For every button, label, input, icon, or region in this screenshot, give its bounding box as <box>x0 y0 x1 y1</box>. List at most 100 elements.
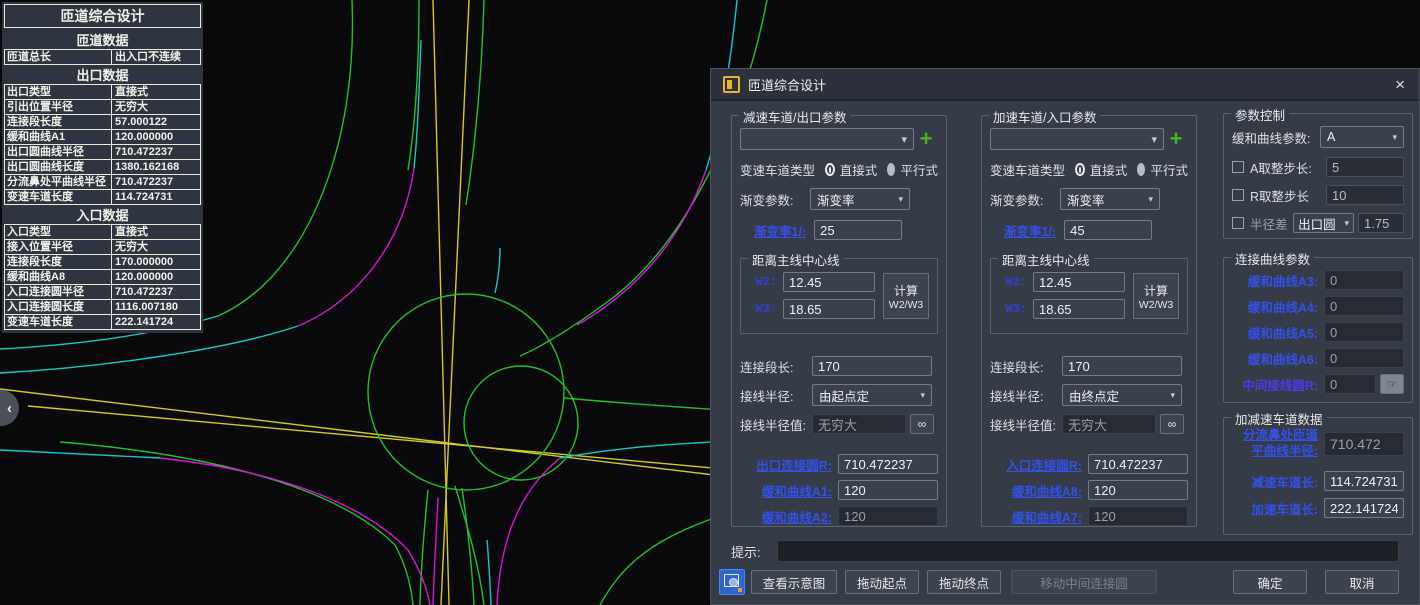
radius-mode-select[interactable]: 由起点定 ▾ <box>812 384 932 406</box>
dialog-title: 匝道综合设计 <box>748 75 826 94</box>
decel-group: 减速车道/出口参数 ▾ + 变速车道类型 直接式 平行式 渐变参数: 渐变率 ▾ <box>731 115 947 527</box>
table-row: 缓和曲线A1 120.000000 <box>4 129 201 145</box>
preview-window-icon-button[interactable] <box>719 569 745 595</box>
radius-diff-checkbox[interactable] <box>1232 217 1244 229</box>
middle-circle-link[interactable]: 中间接线圆R: <box>1232 375 1318 394</box>
infinity-button[interactable]: ∞ <box>910 414 934 434</box>
radius-mode-label: 接线半径: <box>740 386 812 405</box>
spiral-a4-link[interactable]: 缓和曲线A4: <box>1232 297 1318 316</box>
close-icon[interactable]: × <box>1395 76 1405 93</box>
accel-length-input[interactable] <box>1324 498 1404 518</box>
spiral-a2-link[interactable]: 缓和曲线A2: <box>740 507 832 526</box>
taper-rate-link[interactable]: 渐变率1/: <box>754 221 806 240</box>
cancel-button[interactable]: 取消 <box>1325 570 1399 594</box>
spiral-a1-input[interactable] <box>838 480 938 500</box>
exit-circle-input[interactable] <box>838 454 938 474</box>
radio-direct[interactable] <box>1075 163 1085 176</box>
table-row: 出口圆曲线长度 1380.162168 <box>4 159 201 175</box>
table-row: 出口圆曲线半径 710.472237 <box>4 144 201 160</box>
table-row: 接入位置半径 无穷大 <box>4 239 201 255</box>
calc-w2w3-button[interactable]: 计算 W2/W3 <box>1133 273 1179 319</box>
calc-w2w3-button[interactable]: 计算 W2/W3 <box>883 273 929 319</box>
result-overlay-table: 匝道综合设计 匝道数据 匝道总长 出入口不连续 出口数据 出口类型 直接式 引出… <box>2 2 203 333</box>
taper-param-select[interactable]: 渐变率 ▾ <box>810 188 910 210</box>
radio-direct-label[interactable]: 直接式 <box>1090 160 1128 179</box>
table-row: 缓和曲线A8 120.000000 <box>4 269 201 285</box>
exit-circle-link[interactable]: 出口连接圆R: <box>740 455 832 474</box>
radio-direct-label[interactable]: 直接式 <box>840 160 878 179</box>
drag-end-button[interactable]: 拖动终点 <box>927 570 1001 594</box>
entry-circle-input[interactable] <box>1088 454 1188 474</box>
entry-circle-link[interactable]: 入口连接圆R: <box>990 455 1082 474</box>
segment-length-input[interactable] <box>1062 356 1182 376</box>
spiral-a2-input <box>838 506 938 526</box>
radius-mode-label: 接线半径: <box>990 386 1062 405</box>
chevron-down-icon: ▾ <box>1151 133 1157 146</box>
radio-parallel-label[interactable]: 平行式 <box>1150 160 1188 179</box>
radio-parallel[interactable] <box>1137 163 1145 176</box>
accel-length-label: 加速车道长: <box>1232 499 1318 518</box>
accel-group: 加速车道/入口参数 ▾ + 变速车道类型 直接式 平行式 渐变参数: 渐变率 ▾ <box>981 115 1197 527</box>
section-header: 匝道数据 <box>2 30 203 50</box>
radio-parallel[interactable] <box>887 163 895 176</box>
spiral-a5-link[interactable]: 缓和曲线A5: <box>1232 323 1318 342</box>
w3-input[interactable] <box>1033 299 1125 319</box>
taper-param-label: 渐变参数: <box>740 190 810 209</box>
accel-distance-group: 距离主线中心线 W2: W3: 计算 W2/W3 <box>990 258 1188 334</box>
table-row: 入口类型 直接式 <box>4 224 201 240</box>
table-row: 变速车道长度 114.724731 <box>4 189 201 205</box>
spiral-param-select[interactable]: A ▾ <box>1320 126 1404 148</box>
radius-diff-label: 半径差 <box>1250 214 1293 233</box>
infinity-button[interactable]: ∞ <box>1160 414 1184 434</box>
radio-direct[interactable] <box>825 163 835 176</box>
view-schematic-button[interactable]: 查看示意图 <box>751 570 837 594</box>
table-row: 匝道总长 出入口不连续 <box>4 49 201 65</box>
table-row: 入口连接圆半径 710.472237 <box>4 284 201 300</box>
spiral-a1-link[interactable]: 缓和曲线A1: <box>740 481 832 500</box>
pick-point-button[interactable]: ☞ <box>1380 374 1404 394</box>
spiral-a7-input <box>1088 506 1188 526</box>
distance-group-title: 距离主线中心线 <box>748 250 844 269</box>
accel-lane-combobox[interactable]: ▾ <box>990 128 1164 150</box>
spiral-param-label: 缓和曲线参数: <box>1232 128 1320 147</box>
move-middle-circle-button: 移动中间连接圆 <box>1011 570 1157 594</box>
dialog-titlebar[interactable]: 匝道综合设计 × <box>711 69 1419 101</box>
taper-param-label: 渐变参数: <box>990 190 1060 209</box>
drag-start-button[interactable]: 拖动起点 <box>845 570 919 594</box>
taper-rate-link[interactable]: 渐变率1/: <box>1004 221 1056 240</box>
spiral-a8-link[interactable]: 缓和曲线A8: <box>990 481 1082 500</box>
middle-circle-input <box>1324 374 1376 394</box>
decel-length-label: 减速车道长: <box>1232 472 1318 491</box>
decel-length-input[interactable] <box>1324 471 1404 491</box>
add-accel-lane-button[interactable]: + <box>1164 128 1188 150</box>
r-step-checkbox[interactable] <box>1232 189 1244 201</box>
w3-input[interactable] <box>783 299 875 319</box>
segment-length-input[interactable] <box>812 356 932 376</box>
table-row: 连接段长度 170.000000 <box>4 254 201 270</box>
segment-length-label: 连接段长: <box>990 357 1062 376</box>
nose-radius-link[interactable]: 分流鼻处匝道 平曲线半径: <box>1232 428 1318 459</box>
radius-mode-select[interactable]: 由终点定 ▾ <box>1062 384 1182 406</box>
spiral-a8-input[interactable] <box>1088 480 1188 500</box>
radius-value-input <box>812 414 906 434</box>
chevron-down-icon: ▾ <box>1170 390 1175 401</box>
radio-parallel-label[interactable]: 平行式 <box>900 160 938 179</box>
hint-row: 提示: <box>731 540 1399 562</box>
w2-input[interactable] <box>1033 272 1125 292</box>
magnifier-icon <box>729 578 738 587</box>
w2-input[interactable] <box>783 272 875 292</box>
taper-rate-input[interactable] <box>1064 220 1152 240</box>
segment-length-label: 连接段长: <box>740 357 812 376</box>
radius-diff-select[interactable]: 出口圆 ▾ <box>1293 213 1354 233</box>
ok-button[interactable]: 确定 <box>1233 570 1307 594</box>
add-decel-lane-button[interactable]: + <box>914 128 938 150</box>
taper-rate-input[interactable] <box>814 220 902 240</box>
spiral-a3-link[interactable]: 缓和曲线A3: <box>1232 271 1318 290</box>
spiral-a7-link[interactable]: 缓和曲线A7: <box>990 507 1082 526</box>
w2-label: W2: <box>749 275 777 289</box>
table-row: 变速车道长度 222.141724 <box>4 314 201 330</box>
spiral-a6-link[interactable]: 缓和曲线A6: <box>1232 349 1318 368</box>
a-step-checkbox[interactable] <box>1232 161 1244 173</box>
taper-param-select[interactable]: 渐变率 ▾ <box>1060 188 1160 210</box>
decel-lane-combobox[interactable]: ▾ <box>740 128 914 150</box>
